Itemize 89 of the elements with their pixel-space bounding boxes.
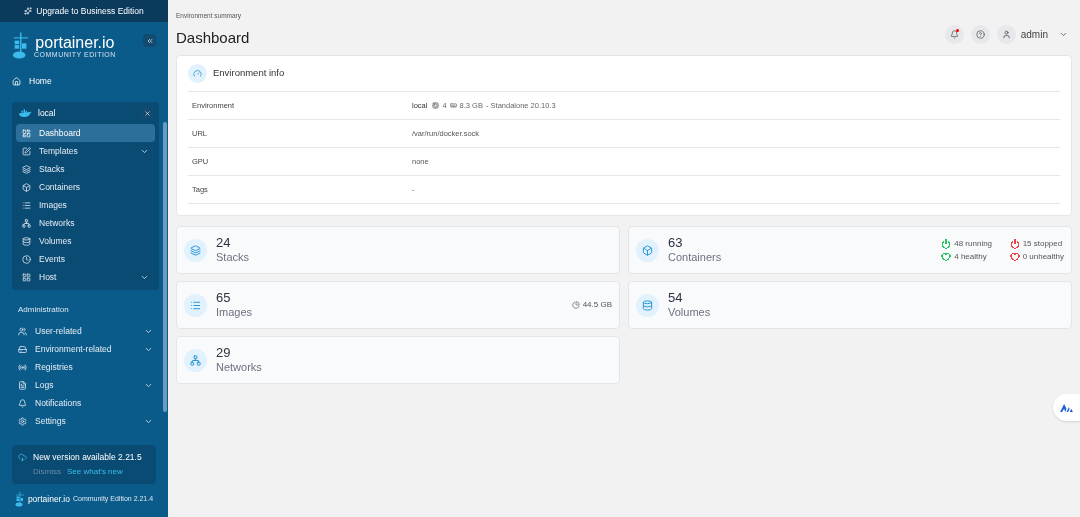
cpu-icon (432, 102, 440, 109)
sidebar-item[interactable]: Environment-related (12, 340, 159, 358)
close-icon (143, 109, 151, 117)
card-title: Environment info (213, 66, 285, 81)
bell-icon (949, 30, 959, 39)
stat-card[interactable]: 54 Volumes (628, 281, 1072, 329)
whats-new-link[interactable]: See what's new (67, 466, 123, 478)
notifications-button[interactable] (944, 25, 964, 44)
scrollbar[interactable] (163, 122, 167, 412)
close-button[interactable] (141, 107, 153, 119)
edit-icon (22, 146, 31, 156)
assistant-button[interactable] (1053, 394, 1080, 421)
list-icon (22, 200, 31, 210)
footer-brand: portainer.io (27, 493, 70, 506)
environment-name: local (38, 106, 57, 120)
sidebar-item[interactable]: Volumes (16, 232, 155, 250)
sparkle-icon (24, 7, 33, 15)
stat-count: 54 (668, 290, 684, 307)
brand-name: portainer.io (35, 34, 115, 51)
chevron-icon (1059, 30, 1068, 39)
status-count: 15 stopped (1022, 237, 1063, 250)
section-heading: Administration (18, 304, 70, 316)
help-icon (975, 30, 985, 39)
assistant-icon (1060, 403, 1073, 412)
box-icon (22, 182, 31, 192)
status-count: 0 unhealthy (1022, 250, 1064, 263)
grid-icon (22, 272, 31, 282)
help-button[interactable] (970, 25, 990, 44)
status-count: 48 running (954, 237, 993, 250)
sidebar-item[interactable]: Logs (12, 376, 159, 394)
collapse-icon (145, 36, 154, 45)
dashboard-icon (22, 128, 31, 138)
user-icon (1001, 30, 1011, 39)
stat-label: Images (216, 306, 253, 320)
stat-card[interactable]: 65 Images 44.5 GB (176, 281, 620, 329)
network-icon (184, 348, 207, 372)
home-icon (12, 76, 21, 86)
broadcast-icon (18, 362, 27, 372)
sidebar-item[interactable]: Containers (16, 178, 155, 196)
list-icon (184, 293, 207, 317)
sidebar-item[interactable]: Notifications (12, 394, 159, 412)
stat-label: Volumes (668, 306, 711, 320)
stat-count: 65 (216, 290, 232, 307)
logo-icon (12, 32, 30, 60)
status-count: 4 healthy (954, 250, 987, 263)
sidebar-item[interactable]: Images (16, 196, 155, 214)
stat-label: Stacks (216, 251, 249, 265)
sidebar-item[interactable]: Home (12, 72, 151, 90)
sidebar-item[interactable]: Events (16, 250, 155, 268)
logo-icon (14, 492, 25, 507)
sidebar-item[interactable]: Settings (12, 412, 159, 430)
sidebar-item[interactable]: Templates (16, 142, 155, 160)
stat-count: 29 (216, 345, 232, 362)
stat-card[interactable]: 63 Containers 48 running 15 stopped 4 healthy 0 unhealthy (628, 226, 1072, 274)
cloud-download-icon (18, 453, 27, 463)
stat-label: Containers (668, 251, 722, 265)
stat-count: 24 (216, 235, 232, 252)
box-icon (636, 238, 659, 262)
database-icon (636, 293, 659, 317)
stat-size: 44.5 GB (582, 299, 612, 311)
stat-count: 63 (668, 235, 684, 252)
memory-icon (449, 102, 457, 109)
settings-icon (18, 416, 27, 426)
user-menu[interactable]: admin (996, 25, 1068, 44)
stat-card[interactable]: 29 Networks (176, 336, 620, 384)
clock-icon (22, 254, 31, 264)
sidebar-item[interactable]: Stacks (16, 160, 155, 178)
update-title: New version available 2.21.5 (33, 451, 142, 464)
gauge-icon (188, 64, 207, 83)
sidebar-item[interactable]: User-related (12, 322, 159, 340)
database-icon (22, 236, 31, 246)
users-icon (18, 326, 27, 336)
sidebar-item[interactable]: Host (16, 268, 155, 286)
whale-icon (18, 108, 32, 118)
page-title: Dashboard (176, 30, 250, 45)
stat-card[interactable]: 24 Stacks (176, 226, 620, 274)
bell-icon (18, 398, 27, 408)
sidebar-item[interactable]: Networks (16, 214, 155, 232)
upgrade-banner[interactable]: Upgrade to Business Edition (0, 0, 168, 22)
sidebar-item[interactable]: Dashboard (16, 124, 155, 142)
network-icon (22, 218, 31, 228)
stat-label: Networks (216, 361, 262, 375)
sidebar-item[interactable]: Registries (12, 358, 159, 376)
upgrade-text: Upgrade to Business Edition (36, 4, 144, 18)
layers-icon (184, 238, 207, 262)
collapse-button[interactable] (143, 34, 156, 47)
layers-icon (22, 164, 31, 174)
drive-icon (18, 344, 27, 354)
file-icon (18, 380, 27, 390)
